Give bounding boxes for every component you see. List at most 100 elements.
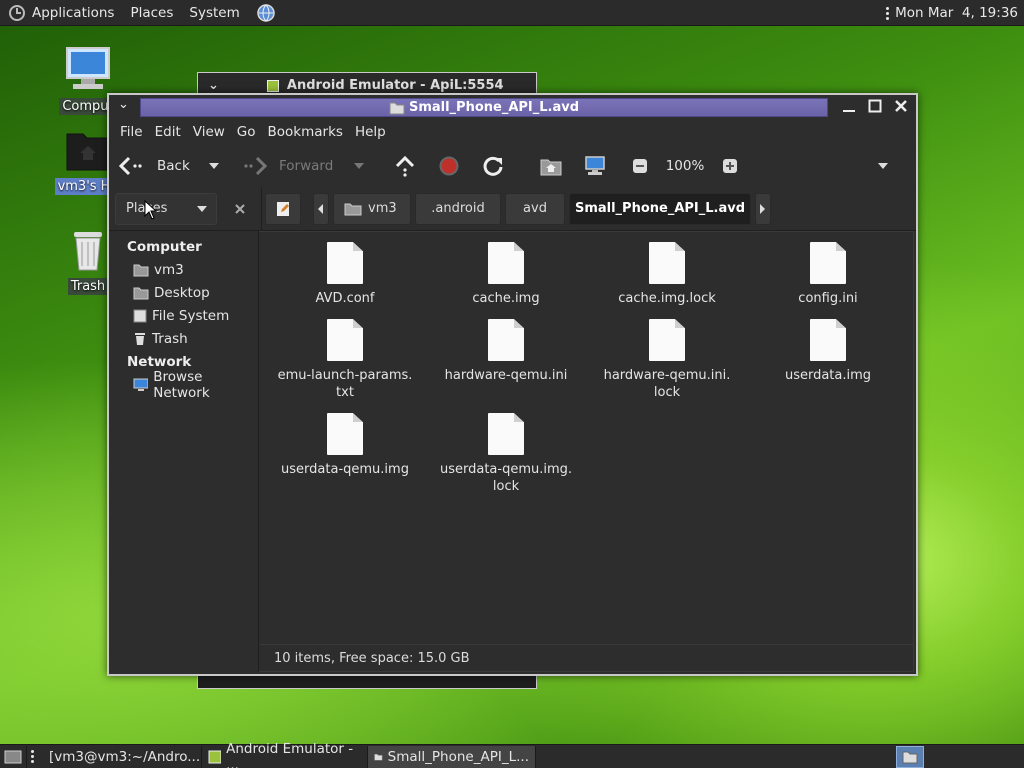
window-menu-icon[interactable]: ⌄ [118,97,129,112]
file-grid: AVD.conf cache.img cache.img.lock config… [259,231,914,672]
document-icon [327,413,363,455]
crumb-label: avd [523,201,547,216]
menu-bookmarks[interactable]: Bookmarks [262,124,349,140]
document-icon [327,242,363,284]
sidebar-item-label: File System [152,307,230,324]
applications-label: Applications [32,4,115,21]
overflow-menu-icon[interactable] [886,6,890,20]
file-item[interactable]: userdata-qemu.img. lock [431,413,581,495]
places-selector[interactable]: Places [115,192,217,225]
file-name: hardware-qemu.ini. [603,368,731,383]
chevron-down-icon[interactable] [208,162,220,170]
system-menu[interactable]: System [181,0,247,26]
sidebar-heading-computer: Computer [127,238,202,255]
crumb-avd[interactable]: avd [505,192,565,225]
zoom-in-button[interactable] [715,149,745,183]
maximize-button[interactable] [866,97,884,115]
crumb-scroll-left[interactable] [313,192,329,225]
back-label: Back [157,158,190,174]
places-menu[interactable]: Places [122,0,181,26]
show-desktop-button[interactable] [0,745,27,768]
zoom-out-button[interactable] [625,149,655,183]
file-name: userdata-qemu.img [281,462,409,477]
close-sidebar-button[interactable] [225,203,255,215]
sidebar-item-filesystem[interactable]: File System [111,304,258,327]
home-folder-icon [540,159,562,176]
status-text: 10 items, Free space: 15.0 GB [274,651,470,666]
workspace-switcher[interactable] [896,746,924,768]
menu-view[interactable]: View [187,124,231,140]
crumb-label: Small_Phone_API_L.avd [574,201,746,216]
forward-arrow-icon [244,156,267,176]
content-area: Computer vm3 Desktop File System Trash N… [111,231,914,672]
taskbar-handle-icon[interactable] [27,750,38,763]
web-browser-launcher[interactable] [248,0,284,26]
close-button[interactable] [892,97,910,115]
crumb-scroll-right[interactable] [755,192,771,225]
task-android-emulator[interactable]: Android Emulator - ... [202,741,368,768]
globe-icon [257,3,275,22]
computer-button[interactable] [575,149,615,183]
stop-icon [439,156,459,176]
pencil-icon [277,201,289,216]
minimize-button[interactable] [840,97,858,115]
crumb-android[interactable]: .android [415,192,501,225]
clock[interactable]: Mon Mar 4, 19:36 [895,5,1018,21]
file-item[interactable]: config.ini [753,242,903,307]
computer-icon [66,47,110,89]
crumb-current[interactable]: Small_Phone_API_L.avd [569,192,751,225]
edit-location-button[interactable] [265,192,301,225]
file-item[interactable]: AVD.conf [270,242,420,307]
task-file-manager[interactable]: Small_Phone_API_L... [368,745,536,768]
sidebar-item-home[interactable]: vm3 [111,258,258,281]
menu-go[interactable]: Go [231,124,262,140]
sidebar-item-browse-network[interactable]: Browse Network [111,369,258,401]
file-name-cont: lock [653,385,681,400]
sidebar-item-label: vm3 [154,261,184,278]
menu-file[interactable]: File [114,124,149,140]
up-button[interactable] [383,149,427,183]
back-arrow-icon [119,156,142,176]
file-name-cont: lock [492,479,520,494]
file-item[interactable]: emu-launch-params. txt [270,319,420,401]
toolbar-overflow-button[interactable] [877,149,889,183]
emulator-app-icon [208,750,222,763]
file-item[interactable]: userdata-qemu.img [270,413,420,478]
home-button[interactable] [527,149,575,183]
desktop-icon-label: Trash [67,278,109,295]
crumb-home[interactable]: vm3 [333,192,411,225]
back-button[interactable]: Back [119,149,243,183]
title-pill[interactable]: Small_Phone_API_L.avd [140,98,828,117]
trash-icon [74,232,102,271]
task-label: Small_Phone_API_L... [387,748,529,765]
forward-button[interactable]: Forward [243,149,383,183]
reload-button[interactable] [471,149,515,183]
file-item[interactable]: cache.img.lock [592,242,742,307]
file-name: emu-launch-params. [277,368,413,383]
menu-help[interactable]: Help [349,124,392,140]
places-label: Places [130,4,174,21]
location-bar: Places vm3 .android avd Small_Phone_API_… [109,186,916,231]
sidebar-item-trash[interactable]: Trash [111,327,258,350]
applications-menu[interactable]: Applications [0,0,122,26]
home-folder-icon [133,264,149,276]
file-item[interactable]: hardware-qemu.ini [431,319,581,384]
menu-edit[interactable]: Edit [149,124,187,140]
sidebar-item-desktop[interactable]: Desktop [111,281,258,304]
document-icon [649,319,685,361]
chevron-down-icon[interactable] [353,162,365,170]
toolbar: Back Forward 100% [109,145,916,187]
document-icon [488,413,524,455]
file-item[interactable]: cache.img [431,242,581,307]
file-item[interactable]: userdata.img [753,319,903,384]
emulator-app-icon [266,79,279,92]
task-terminal[interactable]: [vm3@vm3:~/Andro... [38,745,202,768]
trash-icon [135,332,145,345]
crumb-label: vm3 [368,201,397,216]
file-manager-window[interactable]: ⌄ Small_Phone_API_L.avd File Edit View G… [107,93,918,676]
system-label: System [189,4,240,21]
stop-button[interactable] [427,149,471,183]
window-titlebar[interactable]: ⌄ Small_Phone_API_L.avd [109,95,916,119]
file-item[interactable]: hardware-qemu.ini. lock [592,319,742,401]
window-menu-icon[interactable]: ⌄ [208,78,219,93]
